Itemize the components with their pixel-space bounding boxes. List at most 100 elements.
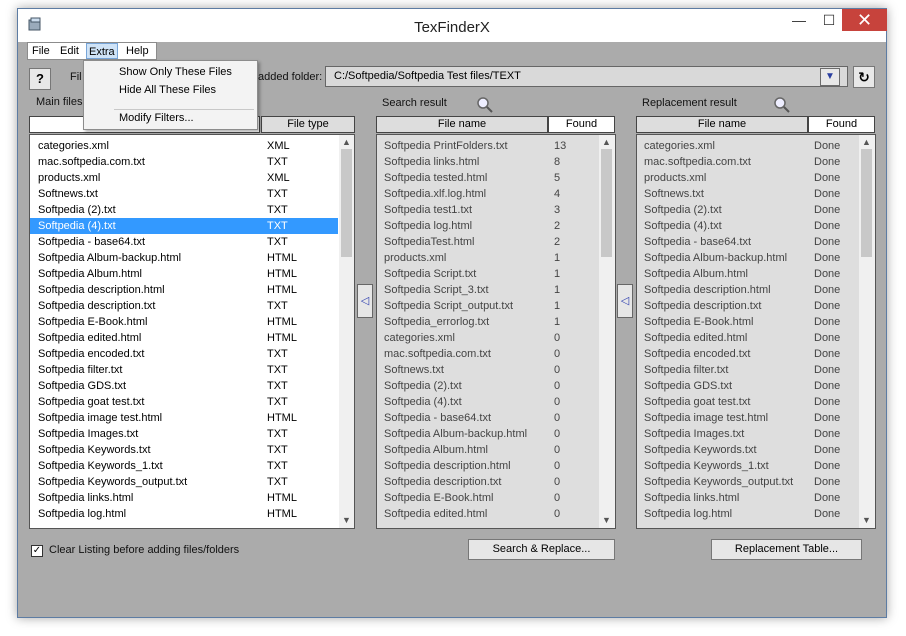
search-result-scrollbar[interactable]: ▲ ▼ — [599, 135, 615, 528]
maximize-button[interactable]: ☐ — [814, 9, 844, 31]
list-item[interactable]: Softpedia_errorlog.txt 1 — [377, 314, 598, 330]
list-item[interactable]: mac.softpedia.com.txt Done — [637, 154, 858, 170]
list-item[interactable]: Softpedia Keywords_output.txt TXT — [30, 474, 338, 490]
list-item[interactable]: products.xml Done — [637, 170, 858, 186]
list-item[interactable]: Softpedia GDS.txt TXT — [30, 378, 338, 394]
menu-item-hide-all[interactable]: Hide All These Files — [119, 84, 216, 96]
list-item[interactable]: Softpedia description.txt TXT — [30, 298, 338, 314]
menu-extra[interactable]: Extra — [86, 43, 118, 59]
help-button[interactable]: ? — [29, 68, 51, 90]
list-item[interactable]: Softpedia log.html HTML — [30, 506, 338, 522]
search-result-found-header[interactable]: Found — [548, 116, 615, 133]
scroll-up-icon[interactable]: ▲ — [859, 135, 874, 149]
list-item[interactable]: Softpedia.xlf.log.html 4 — [377, 186, 598, 202]
move-left-button-2[interactable]: ◁ — [617, 284, 633, 318]
list-item[interactable]: Softpedia encoded.txt Done — [637, 346, 858, 362]
replacement-scrollbar[interactable]: ▲ ▼ — [859, 135, 875, 528]
list-item[interactable]: Softpedia Keywords.txt TXT — [30, 442, 338, 458]
list-item[interactable]: Softpedia tested.html 5 — [377, 170, 598, 186]
menu-edit[interactable]: Edit — [60, 43, 79, 59]
list-item[interactable]: Softpedia edited.html Done — [637, 330, 858, 346]
list-item[interactable]: Softpedia (4).txt Done — [637, 218, 858, 234]
list-item[interactable]: Softpedia log.html Done — [637, 506, 858, 522]
list-item[interactable]: Softpedia Album.html Done — [637, 266, 858, 282]
list-item[interactable]: Softpedia Images.txt TXT — [30, 426, 338, 442]
list-item[interactable]: Softpedia goat test.txt TXT — [30, 394, 338, 410]
list-item[interactable]: mac.softpedia.com.txt 0 — [377, 346, 598, 362]
list-item[interactable]: Softpedia (2).txt Done — [637, 202, 858, 218]
list-item[interactable]: Softpedia (4).txt 0 — [377, 394, 598, 410]
list-item[interactable]: Softpedia - base64.txt TXT — [30, 234, 338, 250]
list-item[interactable]: Softpedia Album-backup.html HTML — [30, 250, 338, 266]
list-item[interactable]: Softpedia links.html 8 — [377, 154, 598, 170]
folder-path-field[interactable]: C:/Softpedia/Softpedia Test files/TEXT — [325, 66, 848, 87]
list-item[interactable]: SoftpediaTest.html 2 — [377, 234, 598, 250]
list-item[interactable]: categories.xml XML — [30, 138, 338, 154]
list-item[interactable]: Softpedia Album-backup.html Done — [637, 250, 858, 266]
list-item[interactable]: Softpedia filter.txt Done — [637, 362, 858, 378]
menu-item-modify-filters[interactable]: Modify Filters... — [119, 112, 194, 124]
list-item[interactable]: Softpedia Script.txt 1 — [377, 266, 598, 282]
list-item[interactable]: Softpedia description.txt 0 — [377, 474, 598, 490]
scrollbar-thumb[interactable] — [601, 149, 612, 257]
main-files-list[interactable]: categories.xml XML mac.softpedia.com.txt TX… — [29, 134, 355, 529]
scroll-down-icon[interactable]: ▼ — [859, 513, 874, 527]
list-item[interactable]: Softpedia PrintFolders.txt 13 — [377, 138, 598, 154]
search-replace-button[interactable]: Search & Replace... — [468, 539, 615, 560]
list-item[interactable]: Softpedia links.html HTML — [30, 490, 338, 506]
menu-help[interactable]: Help — [126, 43, 149, 59]
scroll-down-icon[interactable]: ▼ — [599, 513, 614, 527]
main-files-scrollbar[interactable]: ▲ ▼ — [339, 135, 354, 528]
list-item[interactable]: Softpedia description.html Done — [637, 282, 858, 298]
list-item[interactable]: products.xml 1 — [377, 250, 598, 266]
list-item[interactable]: Softpedia links.html Done — [637, 490, 858, 506]
scroll-up-icon[interactable]: ▲ — [599, 135, 614, 149]
list-item[interactable]: categories.xml Done — [637, 138, 858, 154]
list-item[interactable]: Softpedia Keywords_1.txt Done — [637, 458, 858, 474]
scroll-up-icon[interactable]: ▲ — [339, 135, 354, 149]
list-item[interactable]: Softpedia edited.html 0 — [377, 506, 598, 522]
scrollbar-thumb[interactable] — [341, 149, 352, 257]
list-item[interactable]: Softpedia Album-backup.html 0 — [377, 426, 598, 442]
list-item[interactable]: Softnews.txt 0 — [377, 362, 598, 378]
list-item[interactable]: Softpedia description.html 0 — [377, 458, 598, 474]
replacement-table-button[interactable]: Replacement Table... — [711, 539, 862, 560]
move-left-button-1[interactable]: ◁ — [357, 284, 373, 318]
list-item[interactable]: Softpedia - base64.txt 0 — [377, 410, 598, 426]
list-item[interactable]: Softnews.txt TXT — [30, 186, 338, 202]
list-item[interactable]: products.xml XML — [30, 170, 338, 186]
list-item[interactable]: Softpedia - base64.txt Done — [637, 234, 858, 250]
list-item[interactable]: Softpedia image test.html HTML — [30, 410, 338, 426]
search-result-magnifier-icon[interactable] — [476, 96, 494, 114]
list-item[interactable]: Softpedia image test.html Done — [637, 410, 858, 426]
list-item[interactable]: Softpedia goat test.txt Done — [637, 394, 858, 410]
menu-item-show-only[interactable]: Show Only These Files — [119, 66, 232, 78]
list-item[interactable]: Softpedia encoded.txt TXT — [30, 346, 338, 362]
replacement-result-magnifier-icon[interactable] — [773, 96, 791, 114]
list-item[interactable]: Softpedia Album.html 0 — [377, 442, 598, 458]
search-result-list[interactable]: Softpedia PrintFolders.txt 13 Softpedia li… — [376, 134, 616, 529]
list-item[interactable]: Softpedia Keywords.txt Done — [637, 442, 858, 458]
replacement-result-list[interactable]: categories.xml Done mac.softpedia.com.txt D… — [636, 134, 876, 529]
list-item[interactable]: Softpedia description.txt Done — [637, 298, 858, 314]
scrollbar-thumb[interactable] — [861, 149, 872, 257]
list-item[interactable]: Softnews.txt Done — [637, 186, 858, 202]
clear-listing-checkbox[interactable]: ✓ — [31, 545, 43, 557]
list-item[interactable]: Softpedia Keywords_1.txt TXT — [30, 458, 338, 474]
list-item[interactable]: Softpedia filter.txt TXT — [30, 362, 338, 378]
list-item[interactable]: Softpedia E-Book.html 0 — [377, 490, 598, 506]
replacement-name-header[interactable]: File name — [636, 116, 808, 133]
list-item[interactable]: Softpedia E-Book.html HTML — [30, 314, 338, 330]
list-item[interactable]: Softpedia Script_3.txt 1 — [377, 282, 598, 298]
folder-dropdown-button[interactable]: ▼ — [820, 68, 840, 86]
search-result-name-header[interactable]: File name — [376, 116, 548, 133]
list-item[interactable]: Softpedia test1.txt 3 — [377, 202, 598, 218]
list-item[interactable]: Softpedia Script_output.txt 1 — [377, 298, 598, 314]
main-files-type-header[interactable]: File type — [261, 116, 355, 133]
list-item[interactable]: Softpedia GDS.txt Done — [637, 378, 858, 394]
list-item[interactable]: Softpedia (2).txt TXT — [30, 202, 338, 218]
replacement-found-header[interactable]: Found — [808, 116, 875, 133]
list-item[interactable]: Softpedia Keywords_output.txt Done — [637, 474, 858, 490]
list-item[interactable]: Softpedia description.html HTML — [30, 282, 338, 298]
list-item[interactable]: Softpedia E-Book.html Done — [637, 314, 858, 330]
